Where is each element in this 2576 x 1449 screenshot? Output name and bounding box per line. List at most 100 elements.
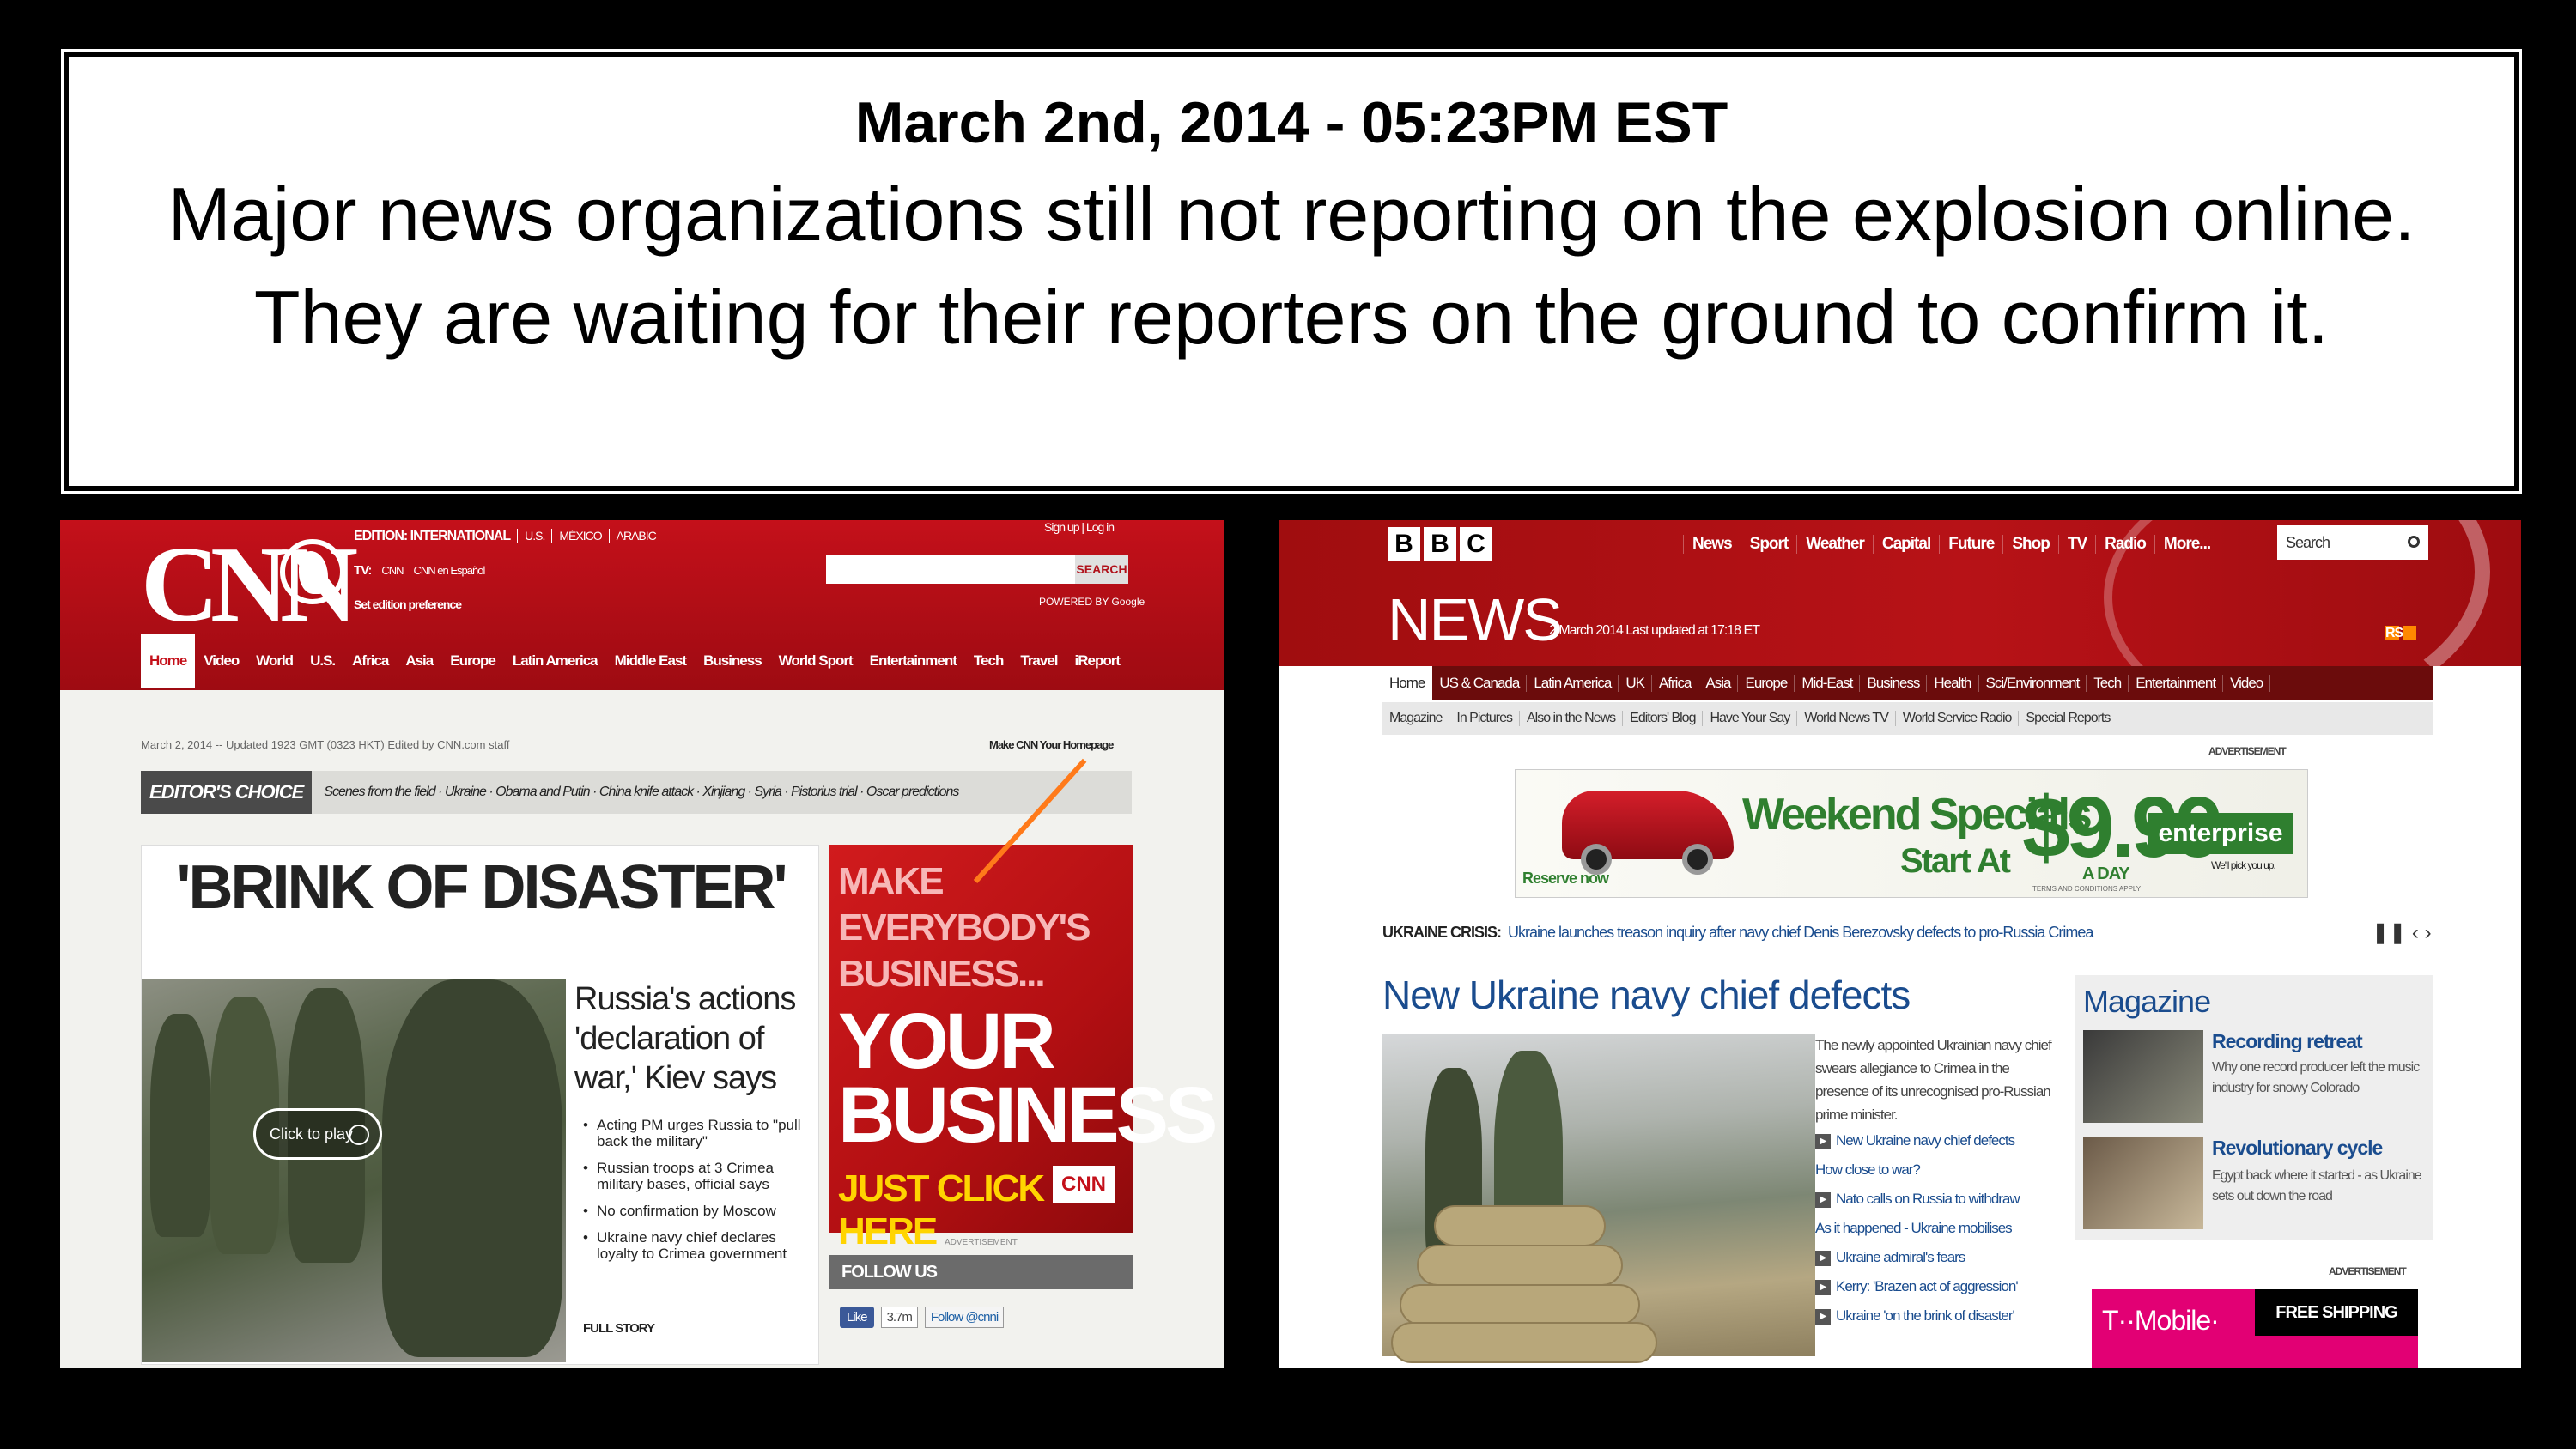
make-homepage-link[interactable]: Make CNN Your Homepage: [989, 738, 1114, 751]
section-latin-america[interactable]: Latin America: [1527, 675, 1619, 692]
magazine-title[interactable]: Magazine: [2083, 984, 2211, 1020]
nav-tech[interactable]: Tech: [965, 634, 1012, 688]
topnav-shop[interactable]: Shop: [2002, 535, 2058, 554]
subnav-have-your-say[interactable]: Have Your Say: [1703, 711, 1798, 726]
nav-middle-east[interactable]: Middle East: [606, 634, 695, 688]
nav-entertainment[interactable]: Entertainment: [861, 634, 965, 688]
subnav-world-news-tv[interactable]: World News TV: [1797, 711, 1896, 726]
subnav-magazine[interactable]: Magazine: [1382, 711, 1450, 726]
subnav-special-reports[interactable]: Special Reports: [2019, 711, 2118, 726]
bbc-logo[interactable]: B B C: [1388, 527, 1492, 561]
related-link[interactable]: Kerry: 'Brazen act of aggression': [1815, 1272, 2073, 1301]
set-edition-link[interactable]: Set edition preference: [354, 597, 462, 611]
editors-choice-links[interactable]: Scenes from the field · Ukraine · Obama …: [312, 785, 959, 800]
nav-home[interactable]: Home: [141, 634, 196, 688]
topnav-weather[interactable]: Weather: [1796, 535, 1873, 554]
section-us-canada[interactable]: US & Canada: [1432, 675, 1528, 692]
magazine-headline[interactable]: Recording retreat: [2212, 1030, 2363, 1053]
section-asia[interactable]: Asia: [1698, 675, 1739, 692]
topnav-capital[interactable]: Capital: [1872, 535, 1939, 554]
twitter-follow-button[interactable]: Follow @cnni: [924, 1307, 1005, 1328]
nav-africa[interactable]: Africa: [343, 634, 397, 688]
tmobile-ad[interactable]: T··Mobile· FREE SHIPPING: [2092, 1289, 2418, 1368]
list-item[interactable]: Russian troops at 3 Crimea military base…: [583, 1160, 815, 1192]
soldiers-video-thumbnail[interactable]: Click to play: [142, 979, 566, 1362]
edition-link-us[interactable]: U.S.: [517, 529, 545, 543]
revolution-thumbnail[interactable]: [2083, 1137, 2203, 1229]
search-input[interactable]: [826, 555, 1075, 584]
soldiers-photo[interactable]: [1382, 1034, 1815, 1363]
crisis-link[interactable]: Ukraine launches treason inquiry after n…: [1508, 924, 2093, 941]
ukraine-crisis-ticker: UKRAINE CRISIS: Ukraine launches treason …: [1382, 924, 2093, 942]
search-icon[interactable]: [2408, 536, 2420, 548]
topnav-news[interactable]: News: [1683, 535, 1741, 554]
chevron-right-icon[interactable]: ›: [2425, 921, 2432, 944]
search-input[interactable]: Search: [2277, 525, 2428, 560]
nav-us[interactable]: U.S.: [301, 634, 343, 688]
reserve-now-link[interactable]: Reserve now: [1522, 870, 1609, 888]
related-link[interactable]: How close to war?: [1815, 1155, 2073, 1185]
nav-business[interactable]: Business: [695, 634, 770, 688]
related-link[interactable]: Ukraine 'on the brink of disaster': [1815, 1301, 2073, 1331]
related-link[interactable]: Nato calls on Russia to withdraw: [1815, 1185, 2073, 1214]
facebook-like-button[interactable]: Like: [840, 1307, 874, 1328]
section-europe[interactable]: Europe: [1738, 675, 1795, 692]
nav-ireport[interactable]: iReport: [1066, 634, 1129, 688]
enterprise-ad-banner[interactable]: Reserve now Weekend Specials Start At $9…: [1515, 769, 2308, 898]
tv-link-cnn[interactable]: CNN: [381, 564, 404, 577]
signup-link[interactable]: Sign up: [1044, 520, 1079, 534]
story-headline[interactable]: Russia's actions 'declaration of war,' K…: [574, 979, 815, 1098]
magazine-headline[interactable]: Revolutionary cycle: [2212, 1137, 2383, 1160]
related-link[interactable]: New Ukraine navy chief defects: [1815, 1126, 2073, 1155]
search-button[interactable]: SEARCH: [1075, 555, 1128, 584]
section-tech[interactable]: Tech: [2087, 675, 2129, 692]
nav-latin-america[interactable]: Latin America: [504, 634, 606, 688]
section-mid-east[interactable]: Mid-East: [1795, 675, 1861, 692]
section-africa[interactable]: Africa: [1652, 675, 1699, 692]
topnav-future[interactable]: Future: [1939, 535, 2002, 554]
section-video[interactable]: Video: [2223, 675, 2271, 692]
section-sci-environment[interactable]: Sci/Environment: [1979, 675, 2087, 692]
nav-asia[interactable]: Asia: [397, 634, 441, 688]
nav-video[interactable]: Video: [195, 634, 247, 688]
nav-world[interactable]: World: [247, 634, 301, 688]
advertisement-label: ADVERTISEMENT: [945, 1238, 1018, 1247]
recording-thumbnail[interactable]: [2083, 1030, 2203, 1123]
nav-world-sport[interactable]: World Sport: [770, 634, 861, 688]
section-home[interactable]: Home: [1382, 666, 1433, 700]
subnav-editors-blog[interactable]: Editors' Blog: [1623, 711, 1704, 726]
list-item[interactable]: No confirmation by Moscow: [583, 1203, 815, 1219]
full-story-link[interactable]: FULL STORY: [583, 1321, 655, 1336]
list-item[interactable]: Ukraine navy chief declares loyalty to C…: [583, 1229, 815, 1262]
section-entertainment[interactable]: Entertainment: [2129, 675, 2224, 692]
subnav-world-service-radio[interactable]: World Service Radio: [1896, 711, 2020, 726]
topnav-tv[interactable]: TV: [2057, 535, 2095, 554]
subnav-also-in-news[interactable]: Also in the News: [1520, 711, 1624, 726]
topnav-sport[interactable]: Sport: [1740, 535, 1797, 554]
play-video-button[interactable]: Click to play: [253, 1108, 382, 1160]
ad-line-2: YOUR BUSINESS: [838, 997, 1218, 1159]
topnav-more[interactable]: More...: [2154, 535, 2219, 554]
topnav-radio[interactable]: Radio: [2095, 535, 2154, 554]
section-business[interactable]: Business: [1860, 675, 1928, 692]
section-health[interactable]: Health: [1927, 675, 1979, 692]
top-story-headline[interactable]: New Ukraine navy chief defects: [1382, 972, 1911, 1018]
nav-travel[interactable]: Travel: [1012, 634, 1066, 688]
pause-icon[interactable]: ❚❚: [2372, 921, 2406, 944]
tv-link-espanol[interactable]: CNN en Español: [414, 564, 486, 577]
edition-selector[interactable]: EDITION: INTERNATIONAL U.S. MÉXICO ARABIC: [354, 529, 657, 544]
subnav-in-pictures[interactable]: In Pictures: [1449, 711, 1520, 726]
login-link[interactable]: Log in: [1086, 520, 1115, 534]
chevron-left-icon[interactable]: ‹: [2412, 921, 2419, 944]
list-item[interactable]: Acting PM urges Russia to "pull back the…: [583, 1117, 815, 1149]
main-headline[interactable]: 'BRINK OF DISASTER': [142, 852, 820, 923]
related-link[interactable]: As it happened - Ukraine mobilises: [1815, 1214, 2073, 1243]
advertisement-banner[interactable]: MAKE EVERYBODY'S BUSINESS... YOUR BUSINE…: [829, 758, 1218, 1252]
related-link[interactable]: Ukraine admiral's fears: [1815, 1243, 2073, 1272]
bbc-subnav: Magazine In Pictures Also in the News Ed…: [1382, 702, 2433, 735]
edition-link-arabic[interactable]: ARABIC: [608, 529, 657, 543]
edition-link-mexico[interactable]: MÉXICO: [551, 529, 603, 543]
nav-europe[interactable]: Europe: [441, 634, 504, 688]
section-uk[interactable]: UK: [1619, 675, 1652, 692]
rss-link[interactable]: RSS: [2382, 625, 2416, 640]
